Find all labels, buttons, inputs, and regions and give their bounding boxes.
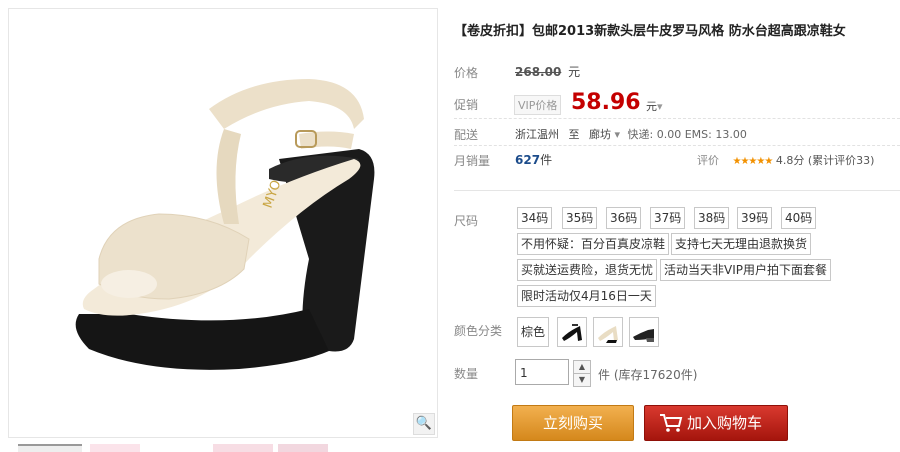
original-price-value: 268.00: [515, 65, 562, 79]
size-option[interactable]: 36码: [606, 207, 642, 229]
thumbnail[interactable]: [213, 444, 273, 452]
sandal-thumb-icon: [562, 324, 582, 341]
rating-label: 评价: [697, 154, 719, 167]
search-icon[interactable]: 🔍: [413, 413, 435, 435]
shipping-fees: 快递: 0.00 EMS: 13.00: [627, 128, 747, 141]
sales-number: 627: [515, 153, 541, 167]
original-price-currency: 元: [568, 65, 581, 79]
chevron-down-icon: ▾: [657, 100, 663, 113]
sandal-thumb-icon: [598, 326, 618, 343]
color-option-black-swatch[interactable]: [557, 317, 587, 347]
rating-score: 4.8分: [775, 154, 805, 167]
size-option[interactable]: 38码: [694, 207, 730, 229]
quantity-increase-button[interactable]: ▲: [573, 360, 591, 374]
thumbnail-strip[interactable]: [8, 444, 436, 452]
review-count-link[interactable]: (累计评价33): [808, 154, 875, 167]
promo-currency-selector[interactable]: 元▾: [646, 98, 663, 114]
quantity-stock: 件 (库存17620件): [598, 366, 697, 383]
thumbnail[interactable]: [90, 444, 140, 452]
package-option[interactable]: 支持七天无理由退款换货: [671, 233, 812, 255]
stock-count: (库存17620件): [613, 368, 698, 382]
size-option[interactable]: 34码: [517, 207, 553, 229]
quantity-label: 数量: [454, 367, 479, 381]
sales-label: 月销量: [454, 154, 491, 168]
size-option[interactable]: 40码: [781, 207, 817, 229]
delivery-destination-select[interactable]: 廊坊 ▾: [589, 128, 624, 141]
package-option[interactable]: 买就送运费险，退货无忧: [517, 259, 658, 281]
delivery-label: 配送: [454, 128, 479, 142]
promo-label: 促销: [454, 98, 479, 112]
chevron-down-icon: ▾: [614, 128, 621, 141]
color-label: 颜色分类: [454, 324, 503, 338]
original-price: 268.00 元: [515, 63, 580, 80]
promo-currency: 元: [646, 100, 657, 113]
rating-summary[interactable]: 评价 ★★★★★ 4.8分 (累计评价33): [697, 152, 874, 168]
section-divider: [454, 190, 900, 191]
package-option[interactable]: 不用怀疑：百分百真皮凉鞋: [517, 233, 670, 255]
product-image[interactable]: MYO 🔍: [8, 8, 438, 438]
color-option-brown[interactable]: 棕色: [517, 317, 550, 347]
package-option[interactable]: 限时活动仅4月16日一天: [517, 285, 656, 307]
size-option[interactable]: 39码: [737, 207, 773, 229]
size-label: 尺码: [454, 214, 479, 228]
cart-icon: [660, 414, 683, 432]
delivery-to-word: 至: [568, 128, 580, 141]
color-option-black-2-swatch[interactable]: [629, 317, 659, 347]
price-label: 价格: [454, 66, 479, 80]
add-to-cart-label: 加入购物车: [687, 414, 763, 432]
size-option[interactable]: 37码: [650, 207, 686, 229]
divider: [454, 118, 900, 119]
promo-price: 58.96: [571, 90, 641, 115]
thumbnail[interactable]: [278, 444, 328, 452]
delivery-from: 浙江温州: [515, 128, 559, 141]
divider: [454, 145, 900, 146]
product-title: 【卷皮折扣】包邮2013新款头层牛皮罗马风格 防水台超高跟凉鞋女: [454, 24, 846, 39]
delivery-destination: 廊坊: [589, 128, 611, 141]
quantity-unit: 件: [598, 368, 611, 382]
buy-now-button[interactable]: 立刻购买: [512, 405, 634, 441]
sandal-image: MYO: [75, 79, 375, 370]
package-option[interactable]: 活动当天非VIP用户拍下面套餐: [660, 259, 831, 281]
size-option[interactable]: 35码: [562, 207, 598, 229]
sandal-thumb-icon: [633, 329, 654, 342]
vip-price-tag: VIP价格: [514, 95, 562, 115]
sales-unit: 件: [540, 153, 553, 167]
thumbnail[interactable]: [18, 444, 82, 452]
delivery-info: 浙江温州 至 廊坊 ▾ 快递: 0.00 EMS: 13.00: [515, 126, 747, 142]
sales-count: 627件: [515, 151, 552, 168]
add-to-cart-button[interactable]: 加入购物车: [644, 405, 788, 441]
star-rating-icon: ★★★★★: [732, 156, 774, 167]
quantity-input[interactable]: 1: [515, 359, 569, 385]
quantity-decrease-button[interactable]: ▼: [573, 373, 591, 387]
color-option-beige-swatch[interactable]: [593, 317, 623, 347]
